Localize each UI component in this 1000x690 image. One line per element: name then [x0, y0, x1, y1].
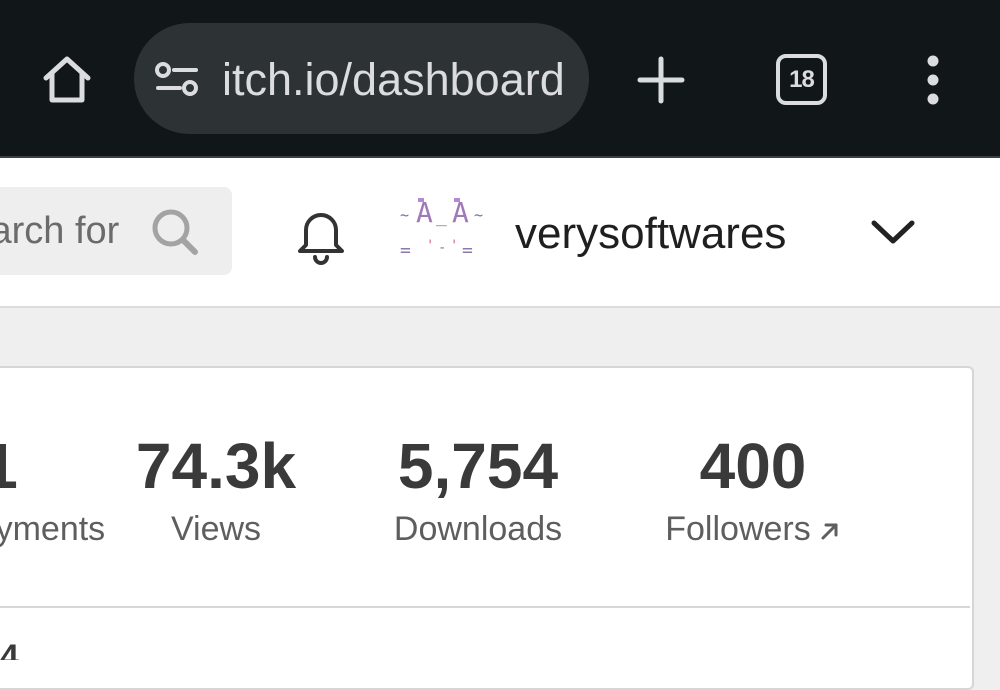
svg-text:-: - — [438, 240, 446, 256]
views-value: 74.3k — [135, 430, 297, 502]
avatar[interactable]: ~ A _ A ~ = ' - ' = — [398, 196, 488, 266]
site-settings-icon[interactable] — [154, 60, 200, 98]
external-arrow-icon — [821, 523, 838, 540]
downloads-label: Downloads — [393, 510, 563, 548]
stat-followers[interactable]: 400 Followers — [642, 430, 864, 560]
followers-value: 400 — [699, 430, 807, 502]
home-button[interactable] — [38, 50, 96, 108]
username[interactable]: verysoftwares — [515, 206, 786, 262]
stat-downloads: 5,754 Downloads — [378, 430, 578, 560]
stat-value: 1 — [0, 430, 18, 502]
tab-switcher-button[interactable]: 18 — [776, 54, 827, 105]
views-label: Views — [170, 510, 262, 548]
search-input[interactable]: Search for games, tags or c — [0, 209, 120, 253]
svg-text:_: _ — [436, 206, 447, 227]
truncated-stat: 4 — [0, 640, 19, 660]
svg-text:': ' — [450, 238, 458, 254]
svg-text:~: ~ — [474, 206, 483, 224]
stat-views: 74.3k Views — [116, 430, 316, 560]
plus-icon[interactable] — [634, 53, 688, 107]
home-icon — [43, 56, 91, 103]
chevron-down-icon[interactable] — [868, 213, 918, 249]
svg-text:~: ~ — [400, 206, 409, 224]
url-text[interactable]: itch.io/dashboard — [222, 50, 568, 110]
svg-text:': ' — [426, 238, 434, 254]
tab-count: 18 — [789, 65, 815, 93]
svg-text:=: = — [400, 240, 411, 261]
stat-payments: 1 Payments — [0, 430, 105, 560]
followers-label: Followers — [665, 510, 811, 548]
downloads-value: 5,754 — [397, 430, 559, 502]
more-vertical-icon[interactable] — [916, 53, 950, 107]
search-icon[interactable] — [150, 207, 200, 257]
bell-icon[interactable] — [292, 203, 350, 265]
stat-label: Payments — [0, 506, 105, 552]
card-divider — [0, 606, 970, 608]
svg-text:=: = — [462, 240, 473, 261]
followers-link[interactable]: Followers — [642, 506, 864, 552]
